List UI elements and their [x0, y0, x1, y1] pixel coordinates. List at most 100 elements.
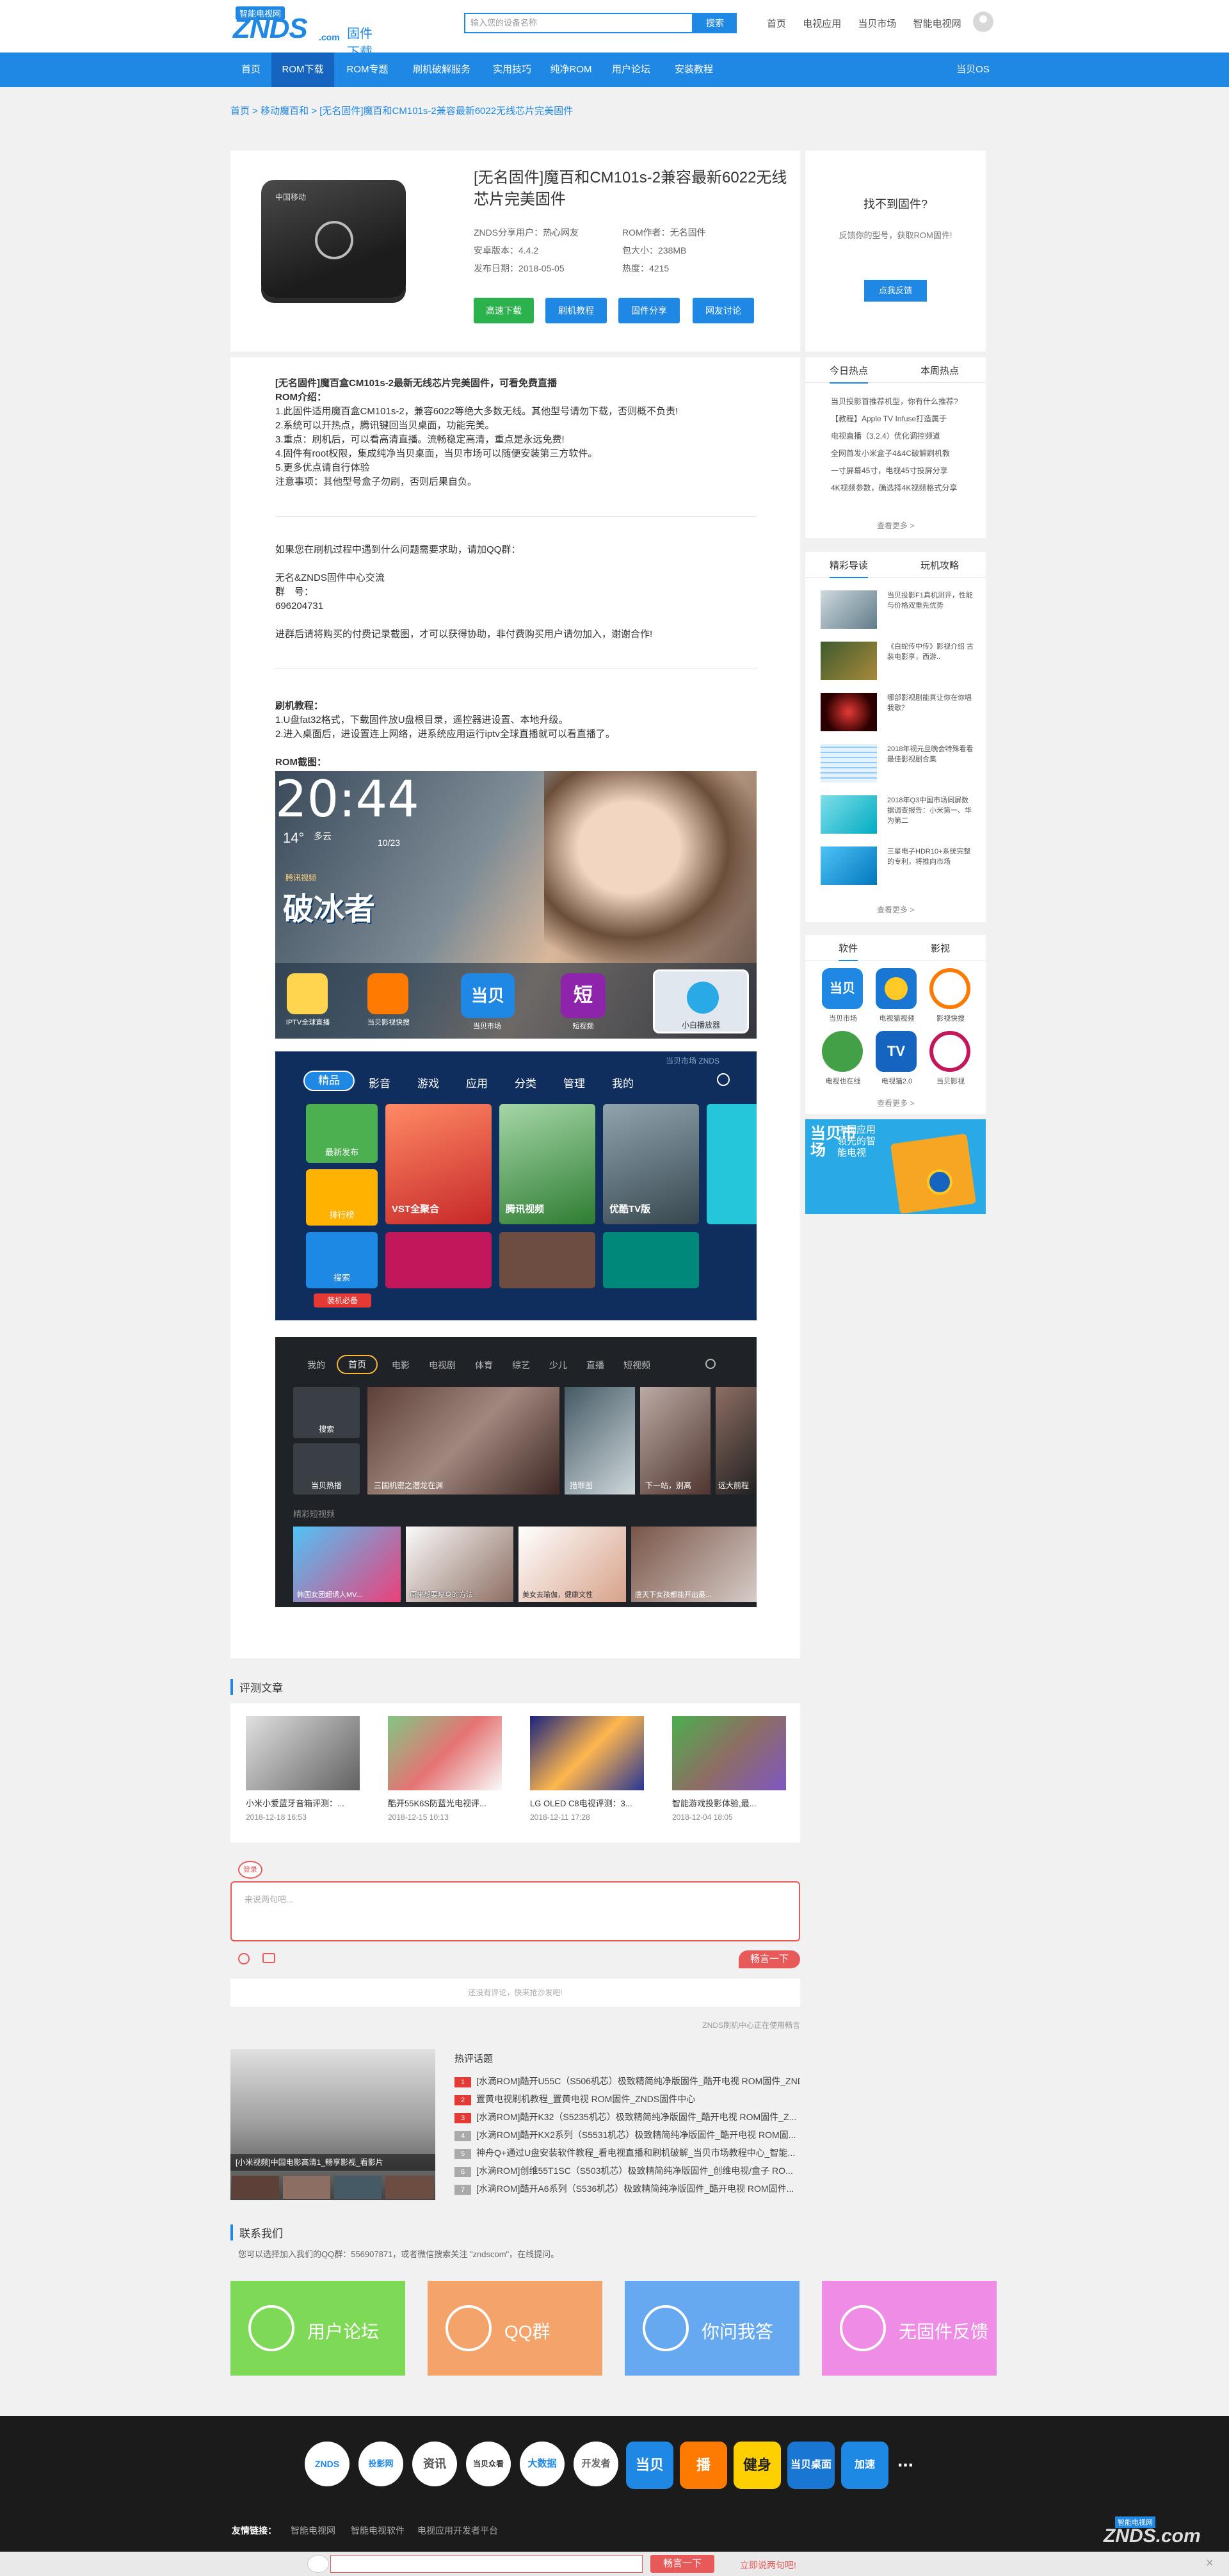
hot-topic-item[interactable]: 7 [水滴ROM]酷开A6系列（S536机芯）极致精简纯净版固件_酷开电视 ROM… [454, 2182, 800, 2195]
tab-strategy[interactable]: 玩机攻略 [920, 558, 959, 572]
review-item[interactable]: 小米小爱蓝牙音箱评测：... 2018-12-18 16:53 [246, 1716, 360, 1822]
login-avatar[interactable]: 登录 [238, 1861, 262, 1879]
side-hot-tile[interactable]: 当贝热播 [293, 1443, 360, 1495]
hot-photo[interactable]: [小米视频]中国电影高清1_畅享影视_看影片 [230, 2049, 435, 2200]
list-item[interactable]: 全网首发小米盒子4&4C破解刷机教 [831, 445, 958, 462]
video-search-icon[interactable] [929, 968, 970, 1009]
footer-bigdata-icon[interactable]: 大数据 [520, 2442, 565, 2486]
poster[interactable]: 下一站，别离 [640, 1387, 711, 1495]
guide-item[interactable]: 《白蛇传中传》影视介绍 古装电影享，西游.. [821, 642, 974, 683]
iptv-app-icon[interactable] [287, 973, 328, 1014]
fast-download-button[interactable]: 高速下载 [474, 298, 534, 323]
nav-item-tips[interactable]: 实用技巧 [484, 53, 540, 87]
tv-cat-2-icon[interactable]: TV [876, 1031, 917, 1072]
video-tab[interactable]: 电视剧 [429, 1359, 456, 1372]
tile-search[interactable]: 搜索 [306, 1232, 378, 1288]
review-item[interactable]: 智能游戏投影体验,最... 2018-12-04 18:05 [672, 1716, 786, 1822]
qq-card[interactable]: QQ群 [428, 2281, 602, 2376]
tile-row2[interactable] [385, 1232, 492, 1288]
video-tab[interactable]: 短视频 [623, 1359, 650, 1372]
review-item[interactable]: 酷开55K6S防蓝光电视评... 2018-12-15 10:13 [388, 1716, 502, 1822]
short-video-thumb[interactable]: 唐天下女孩都能开出最... [631, 1527, 757, 1602]
tile-youku[interactable]: 优酷TV版 [603, 1104, 699, 1224]
guide-item[interactable]: 当贝投影F1真机测评，性能与价格双重先优势 [821, 590, 974, 631]
footer-projector-icon[interactable]: 投影网 [358, 2442, 403, 2486]
hot-topic-item[interactable]: 1 [水滴ROM]酷开U55C（S506机芯）极致精简纯净版固件_酷开电视 ROM… [454, 2075, 800, 2087]
nav-item-dangbei-os[interactable]: 当贝OS [947, 53, 999, 87]
video-search-app-icon[interactable] [367, 973, 408, 1014]
hot-photo-thumb[interactable] [334, 2176, 382, 2199]
tile-latest[interactable]: 最新发布 [306, 1104, 378, 1163]
tv-cat-icon[interactable] [876, 968, 917, 1009]
footer-player-icon[interactable]: 播 [680, 2442, 727, 2489]
guide-item[interactable]: 2018年Q3中国市场同屏数据调查报告：小米第一、华为第二 [821, 795, 974, 836]
hot-topic-item[interactable]: 6 [水滴ROM]创维55T1SC（S503机芯）极致精简纯净版固件_创维电视/盒… [454, 2164, 800, 2177]
video-tab[interactable]: 直播 [586, 1359, 604, 1372]
review-item[interactable]: LG OLED C8电视评测：3... 2018-12-11 17:28 [530, 1716, 644, 1822]
comment-submit-button[interactable]: 畅言一下 [739, 1950, 800, 1968]
apps-more-link[interactable]: 查看更多 > [877, 1098, 914, 1108]
hot-topic-item[interactable]: 2 置黄电视刷机教程_置黄电视 ROM固件_ZNDS固件中心 [454, 2093, 800, 2105]
nav-item-rom-topic[interactable]: ROM专题 [337, 53, 398, 87]
tile-tencent[interactable]: 腾讯视频 [499, 1104, 595, 1224]
short-video-thumb[interactable]: 美女去瑜伽，健康文性 [518, 1527, 626, 1602]
market-tab[interactable]: 管理 [563, 1074, 585, 1090]
search-icon[interactable] [705, 1359, 716, 1369]
friend-link[interactable]: 电视应用开发者平台 [417, 2524, 498, 2537]
flash-tutorial-button[interactable]: 刷机教程 [545, 298, 607, 323]
bottom-avatar[interactable] [307, 2555, 329, 2573]
short-video-thumb[interactable]: 原来想要瘦身的方法... [406, 1527, 513, 1602]
friend-link[interactable]: 智能电视网 [291, 2524, 335, 2537]
nav-item-install-guide[interactable]: 安装教程 [663, 53, 725, 87]
video-tab[interactable]: 综艺 [512, 1359, 530, 1372]
emoji-icon[interactable] [238, 1953, 250, 1964]
list-item[interactable]: 电视直播（3.2.4）优化调控频道 [831, 428, 958, 445]
tile-vst[interactable]: VST全聚合 [385, 1104, 492, 1224]
tab-guide[interactable]: 精彩导读 [830, 558, 869, 578]
qa-card[interactable]: 你问我答 [625, 2281, 799, 2376]
footer-dangbei-icon[interactable]: 当贝 [626, 2442, 673, 2489]
side-search-tile[interactable]: 搜索 [293, 1387, 360, 1438]
friend-link[interactable]: 智能电视软件 [351, 2524, 405, 2537]
tv-online-icon[interactable] [822, 1031, 863, 1072]
list-item[interactable]: 4K视频参数，确选择4K视频格式分享 [831, 480, 958, 497]
bottom-comment-input[interactable] [330, 2555, 643, 2573]
poster-large[interactable]: 三国机密之潜龙在渊 [367, 1387, 559, 1495]
nav-item-pure-rom[interactable]: 纯净ROM [543, 53, 599, 87]
dangbei-app-icon[interactable]: 当贝 [461, 973, 515, 1018]
top-link-dangbei[interactable]: 当贝市场 [858, 19, 896, 29]
hot-topic-item[interactable]: 4 [水滴ROM]酷开KX2系列（S5531机芯）极致精简纯净版固件_酷开电视 R… [454, 2128, 800, 2141]
tab-software[interactable]: 软件 [839, 941, 858, 961]
poster[interactable]: 远大前程 [716, 1387, 757, 1495]
discussion-button[interactable]: 网友讨论 [693, 298, 754, 323]
footer-desktop-icon[interactable]: 当贝桌面 [787, 2442, 835, 2489]
top-link-apps[interactable]: 电视应用 [803, 19, 841, 29]
nav-item-rom-download[interactable]: ROM下载 [271, 53, 334, 87]
poster[interactable]: 猎罪图 [565, 1387, 635, 1495]
tab-week-hot[interactable]: 本周热点 [920, 364, 959, 377]
znds-logo[interactable]: 智能电视网 ZNDS .com 固件下载 [230, 4, 384, 60]
short-video-thumb[interactable]: 韩国女团超诱人MV... [293, 1527, 401, 1602]
market-tab[interactable]: 应用 [466, 1074, 488, 1090]
footer-more-icon[interactable]: ... [897, 2450, 913, 2472]
tile-ranking[interactable]: 排行榜 [306, 1169, 378, 1226]
hot-photo-thumb[interactable] [283, 2176, 330, 2199]
bottom-say-link[interactable]: 立即说两句吧! [740, 2559, 796, 2572]
top-link-home[interactable]: 首页 [767, 19, 786, 29]
comment-input[interactable]: 来说两句吧... [230, 1881, 800, 1941]
user-avatar-icon[interactable] [973, 12, 993, 32]
hot-more-link[interactable]: 查看更多 > [877, 520, 914, 531]
hot-photo-thumb[interactable] [232, 2176, 279, 2199]
image-icon[interactable] [262, 1953, 275, 1963]
footer-speed-icon[interactable]: 加速 [841, 2442, 888, 2489]
no-firmware-card[interactable]: 无固件反馈 [822, 2281, 997, 2376]
guide-item[interactable]: 哪部影视剧能真让你在你唱我歌？ [821, 693, 974, 734]
tab-today-hot[interactable]: 今日热点 [830, 364, 869, 384]
hot-topic-item[interactable]: 3 [水滴ROM]酷开K32（S5235机芯）极致精简纯净版固件_酷开电视 ROM… [454, 2110, 800, 2123]
guide-more-link[interactable]: 查看更多 > [877, 904, 914, 915]
close-icon[interactable]: × [1206, 2556, 1214, 2571]
footer-news-icon[interactable]: 资讯 [412, 2442, 457, 2486]
nav-item-home[interactable]: 首页 [230, 53, 271, 87]
short-video-app-icon[interactable]: 短 [561, 973, 606, 1018]
guide-item[interactable]: 三星电子HDR10+系统完整的专利，将推向市场 [821, 847, 974, 887]
